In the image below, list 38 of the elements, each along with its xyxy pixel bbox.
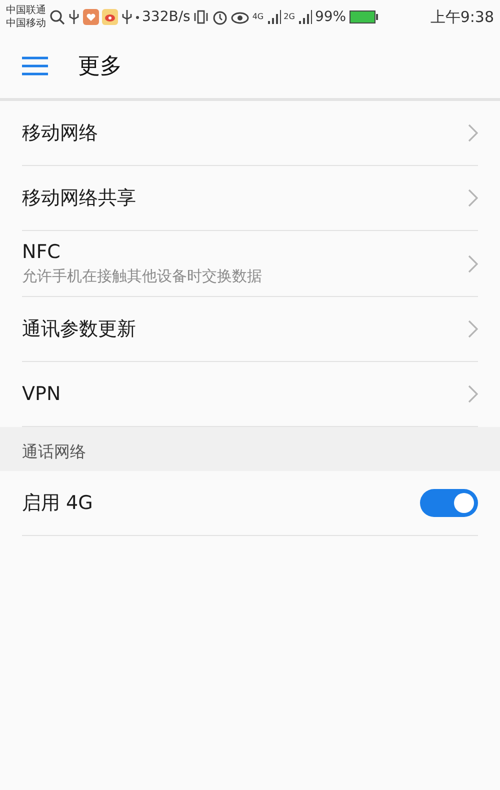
- settings-row[interactable]: NFC 允许手机在接触其他设备时交换数据: [22, 231, 478, 297]
- settings-row[interactable]: 移动网络: [22, 101, 478, 166]
- chevron-icon: [468, 254, 478, 272]
- carrier-name: 中国移动: [6, 17, 46, 30]
- usb-icon: [121, 9, 133, 25]
- row-description: 允许手机在接触其他设备时交换数据: [22, 267, 262, 286]
- clock: 上午9:38: [430, 8, 494, 26]
- row-label: 启用 4G: [22, 491, 93, 516]
- row-label: NFC: [22, 241, 62, 263]
- network-type: 4G: [252, 13, 264, 21]
- search-icon: [49, 9, 65, 25]
- chevron-icon: [468, 124, 478, 142]
- eye-app-icon: [102, 9, 118, 25]
- heart-app-icon: [83, 9, 99, 25]
- chevron-icon: [468, 320, 478, 338]
- carrier-name: 中国联通: [6, 4, 46, 17]
- toggle-switch[interactable]: [420, 489, 478, 517]
- page-title: 更多: [78, 53, 122, 81]
- network-type: 2G: [284, 13, 295, 21]
- vibrate-icon: [193, 9, 210, 25]
- row-label: VPN: [22, 383, 61, 405]
- row-label: 通讯参数更新: [22, 317, 136, 342]
- section-title: 通话网络: [22, 442, 86, 463]
- row-label: 移动网络共享: [22, 186, 136, 211]
- alarm-icon: [212, 9, 228, 25]
- settings-row[interactable]: 通讯参数更新: [22, 297, 478, 362]
- row-label: 移动网络: [22, 121, 98, 146]
- usb-icon: [68, 9, 80, 25]
- chevron-icon: [468, 385, 478, 403]
- signal-icon: [266, 9, 281, 25]
- settings-row[interactable]: 移动网络共享: [22, 166, 478, 231]
- signal-icon: [298, 9, 312, 25]
- battery-icon: [349, 9, 380, 25]
- chevron-icon: [468, 189, 478, 207]
- network-speed: 332B/s: [142, 9, 190, 25]
- dot-icon: [136, 16, 139, 18]
- battery-percent: 99%: [314, 9, 346, 25]
- menu-icon[interactable]: [22, 56, 48, 76]
